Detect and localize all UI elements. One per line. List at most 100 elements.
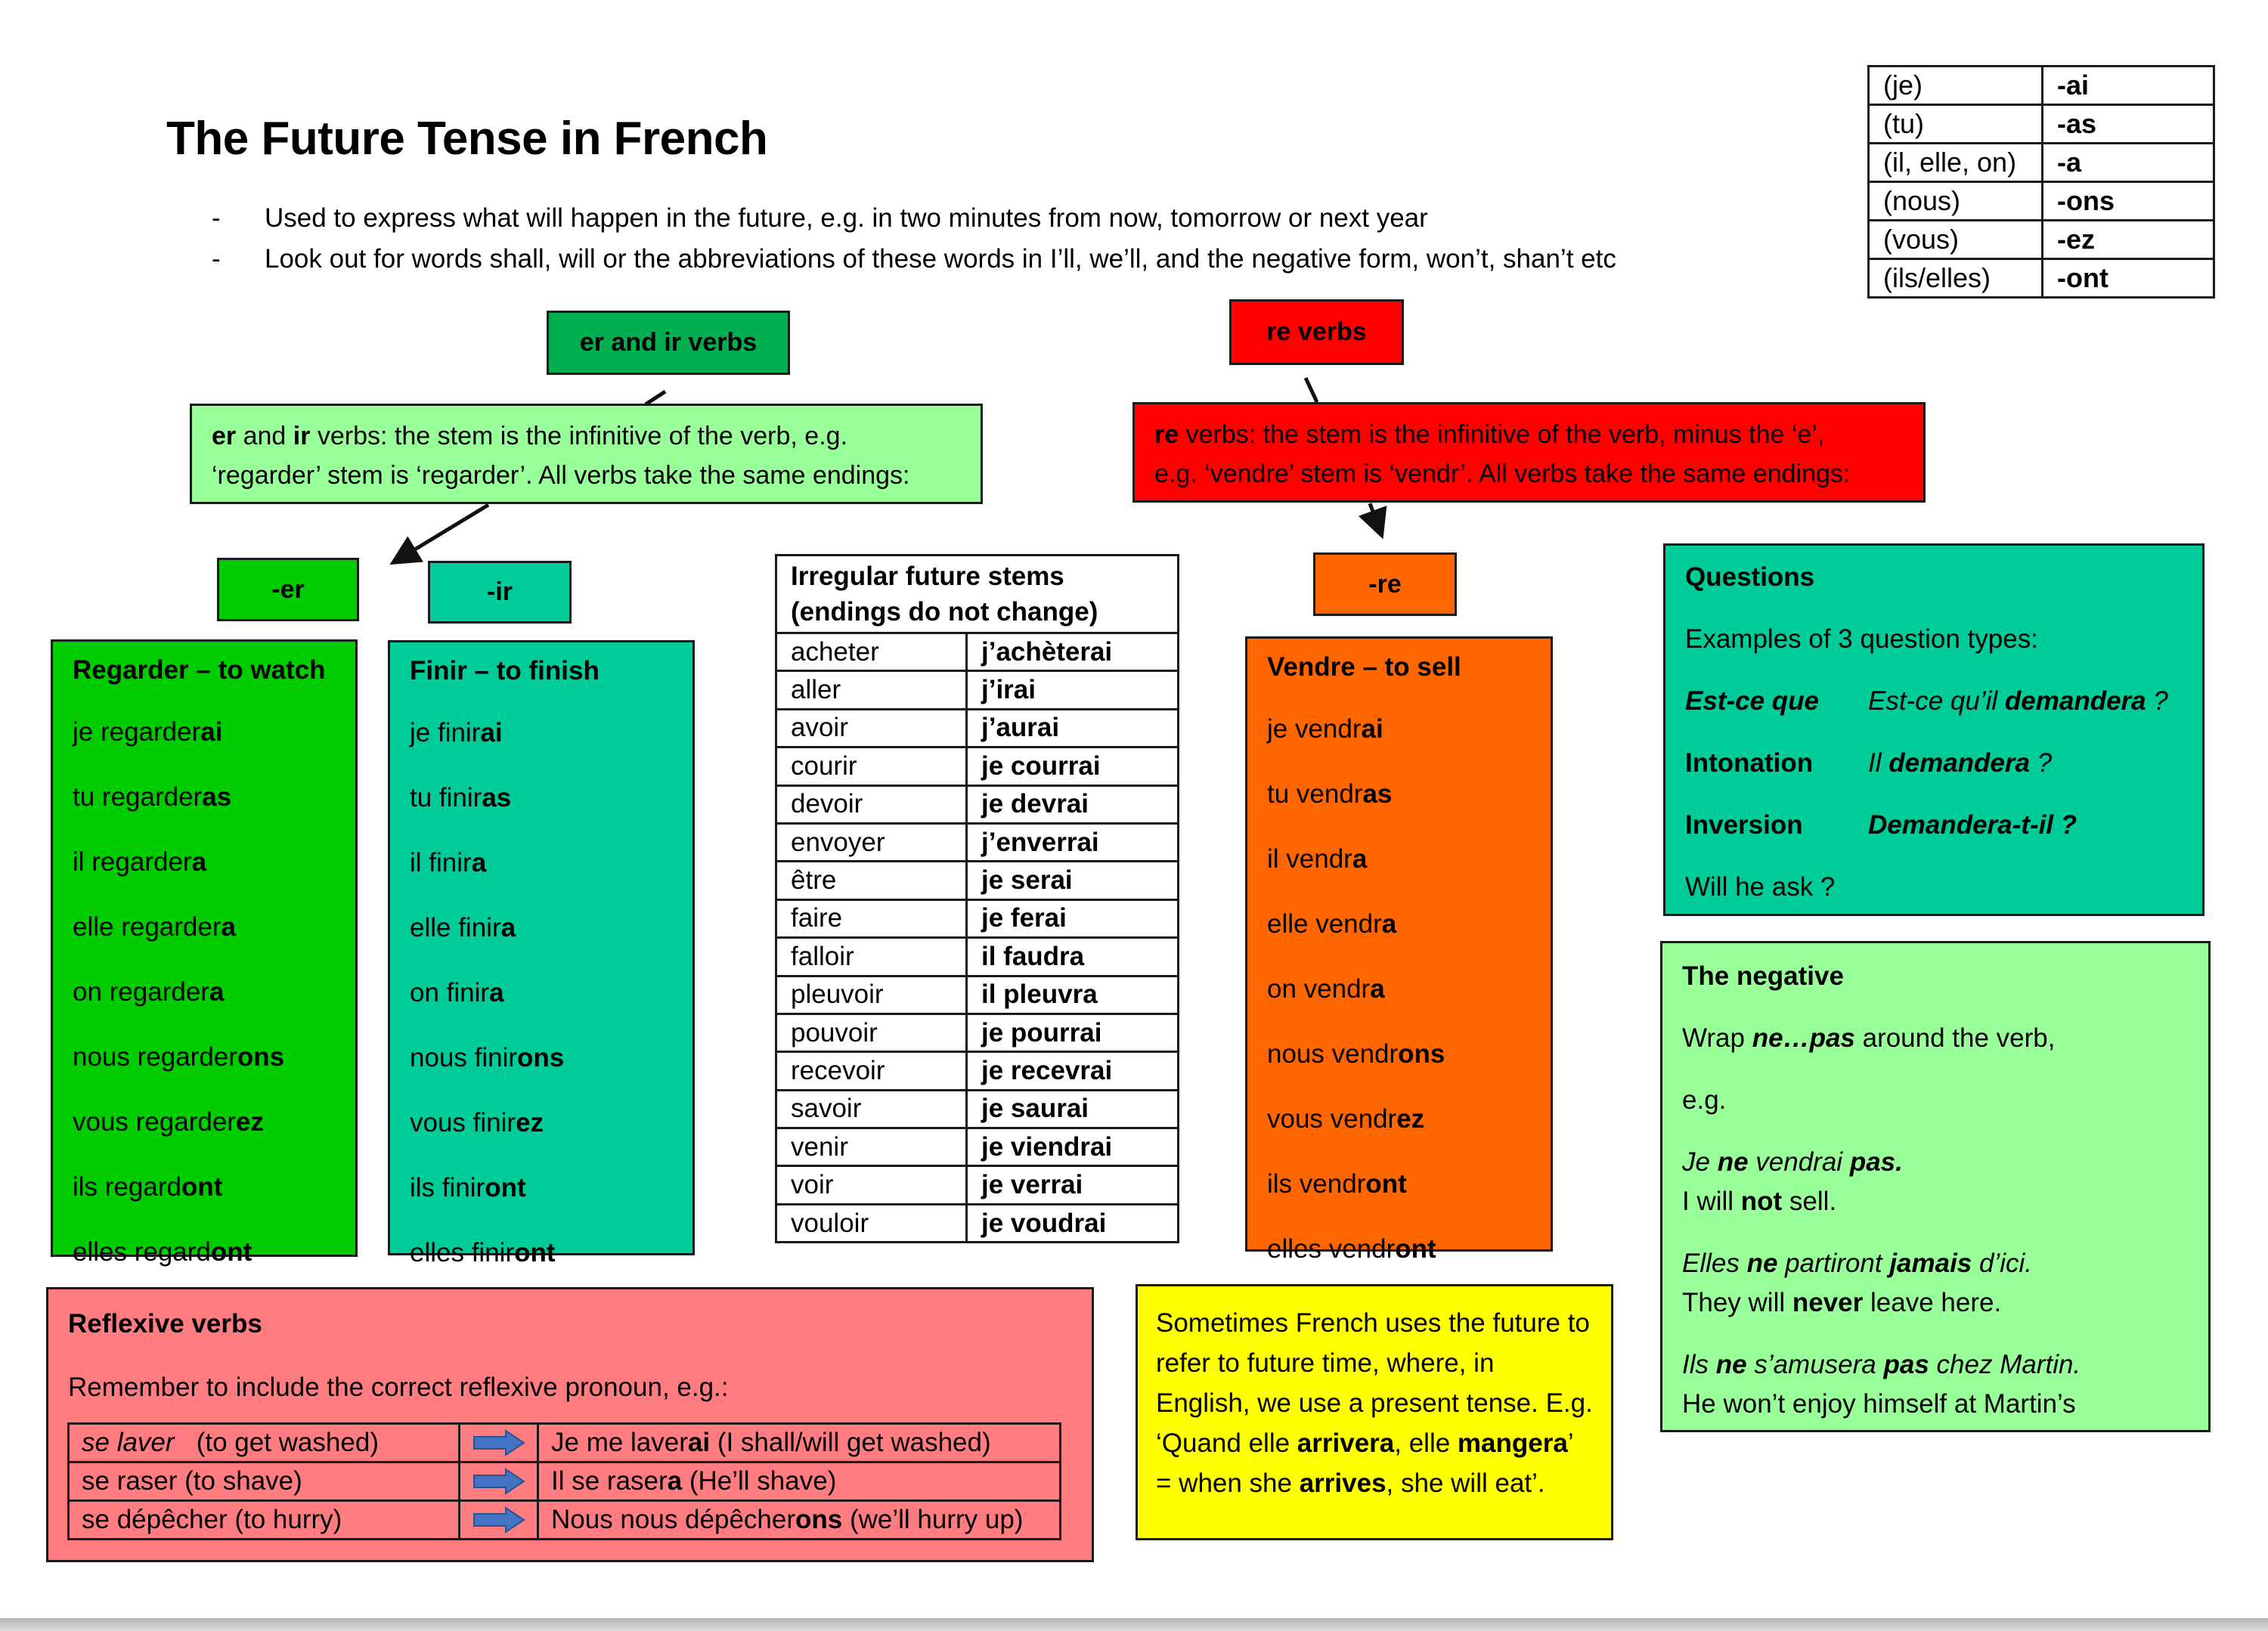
example-text: ? (2146, 686, 2168, 716)
future-cell: j’aurai (965, 707, 1179, 749)
conjugation-title: Vendre – to sell (1267, 652, 1461, 682)
regarder-conjugation: Regarder – to watch je regarderai tu rega… (51, 639, 358, 1267)
negation-word: ne (1717, 1147, 1749, 1177)
irregular-row: avoir j’aurai (775, 707, 1179, 749)
page-title: The Future Tense in French (166, 113, 768, 165)
endings-row: (ils/elles) -ont (1867, 258, 2215, 299)
explainer-text: verbs: the stem is the infinitive of the… (310, 422, 848, 450)
connector-line-re-top (1303, 376, 1319, 404)
er-ir-verbs-label: er and ir verbs (547, 311, 790, 375)
conjugation-row: ils regardont (73, 1171, 355, 1236)
re-label: -re (1313, 552, 1457, 616)
irregular-header-line: (endings do not change) (791, 597, 1098, 627)
conjugation-row: on finira (410, 976, 692, 1041)
future-cell: je courrai (965, 746, 1179, 787)
example-text: vendrai (1748, 1147, 1850, 1177)
conjugation-title: Finir – to finish (410, 656, 600, 686)
explainer-text: verbs: the stem is the infinitive of the… (1179, 420, 1825, 449)
pronoun-cell: (je) (1867, 65, 2043, 106)
arrow-re-to-re (1358, 503, 1387, 540)
conjugation-row: tu vendras (1267, 778, 1551, 843)
example-text: Elles (1682, 1249, 1747, 1278)
infinitive-cell: être (775, 860, 968, 901)
verb-stem: nous vendr (1267, 1039, 1399, 1069)
conjugation-row: nous regarderons (73, 1041, 355, 1106)
irregular-row: venir je viendrai (775, 1127, 1179, 1168)
example-text: d’ici. (1972, 1249, 2033, 1278)
example-text: chez Martin. (1929, 1350, 2081, 1379)
irregular-row: aller j’irai (775, 670, 1179, 710)
rule-text: around the verb, (1854, 1023, 2056, 1053)
verb-ending: a (191, 847, 207, 877)
ending-cell: -a (2041, 142, 2215, 183)
conjugation-row: je finirai (410, 716, 692, 781)
question-type-row: Intonation Il demandera ? (1685, 747, 2202, 809)
conjugation-row: je regarderai (73, 716, 355, 781)
result-text: Je me laver (551, 1428, 688, 1457)
pronoun-cell: (tu) (1867, 104, 2043, 144)
future-cell: il pleuvra (965, 974, 1179, 1015)
verb-ending: ez (516, 1108, 544, 1137)
result-ending: a (667, 1466, 683, 1496)
infinitive-cell: voir (775, 1165, 968, 1205)
result-text: (I shall/will get washed) (710, 1428, 991, 1457)
example-verb: Demandera-t-il ? (1868, 810, 2077, 840)
conjugation-row: elle regardera (73, 911, 355, 976)
reflexive-panel: Reflexive verbs Remember to include the … (46, 1287, 1094, 1562)
bullet-dash: - (212, 203, 221, 233)
reflexive-row: se raser (to shave) Il se rasera (He’ll s… (67, 1461, 1061, 1502)
verb-text: se raser (to shave) (82, 1466, 302, 1496)
rule-text: Wrap (1682, 1023, 1752, 1053)
ending-cell: -ez (2041, 219, 2215, 260)
negation-word: ne (1746, 1249, 1778, 1278)
verb-ending: as (482, 783, 512, 812)
verb-stem: elle regarder (73, 912, 222, 942)
example-text: He won’t enjoy himself at Martin’s (1682, 1389, 2076, 1419)
verb-italic: se laver (82, 1428, 175, 1457)
conjugation-row: elle vendra (1267, 908, 1551, 973)
infinitive-cell: envoyer (775, 822, 968, 863)
verb-stem: il regarder (73, 847, 192, 877)
verb-stem: vous finir (410, 1108, 516, 1137)
pronoun-cell: (vous) (1867, 219, 2043, 260)
result-text: Nous nous dépêcher (551, 1505, 795, 1534)
negative-example-english: He won’t enjoy himself at Martin’s (1682, 1385, 2208, 1424)
explainer-text: and (236, 422, 293, 450)
questions-intro: Examples of 3 question types: (1685, 624, 2038, 654)
bullet-item: - Used to express what will happen in th… (212, 198, 1616, 239)
infinitive-cell: aller (775, 670, 968, 710)
negative-title: The negative (1682, 961, 1844, 991)
result-text: Il se raser (551, 1466, 668, 1496)
verb-stem: on finir (410, 978, 490, 1007)
future-cell: j’irai (965, 670, 1179, 710)
example-text: They will (1682, 1288, 1792, 1317)
verb-ending: a (221, 912, 236, 942)
question-type: Intonation (1685, 748, 1814, 778)
future-cell: je saurai (965, 1088, 1179, 1130)
explainer-er-bold: er (212, 422, 237, 450)
reflexive-verb-cell: se laver (to get washed) (67, 1422, 460, 1463)
irregular-row: vouloir je voudrai (775, 1202, 1179, 1244)
irregular-row: faire je ferai (775, 898, 1179, 939)
endings-row: (je) -ai (1867, 65, 2215, 106)
verb-ending: ai (200, 717, 223, 747)
irregular-row: acheter j’achèterai (775, 631, 1179, 673)
note-bold-word: arrives (1299, 1469, 1387, 1498)
infinitive-cell: pleuvoir (775, 974, 968, 1015)
future-cell: je ferai (965, 898, 1179, 939)
irregular-row: savoir je saurai (775, 1088, 1179, 1130)
note-text: , elle (1394, 1428, 1458, 1458)
irregular-row: voir je verrai (775, 1165, 1179, 1205)
bullet-text: Used to express what will happen in the … (265, 203, 1428, 233)
ending-cell: -ont (2041, 258, 2215, 299)
conjugation-row: il regardera (73, 846, 355, 911)
irregular-row: falloir il faudra (775, 936, 1179, 977)
verb-ending: ez (235, 1107, 264, 1137)
irregular-row: recevoir je recevrai (775, 1051, 1179, 1091)
example-text: sell. (1782, 1187, 1837, 1216)
bullet-dash: - (212, 244, 221, 274)
questions-title: Questions (1685, 562, 1815, 592)
negation-word: ne (1715, 1350, 1747, 1379)
vendre-conjugation: Vendre – to sell je vendrai tu vendras il … (1245, 636, 1553, 1264)
